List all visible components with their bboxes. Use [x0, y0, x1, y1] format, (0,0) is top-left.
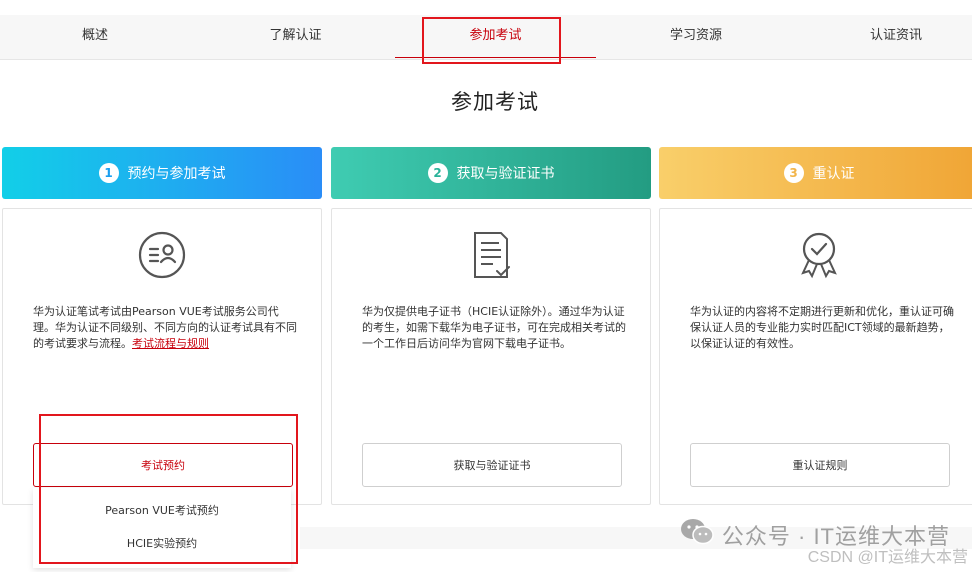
tab-overview[interactable]: 概述: [0, 15, 190, 59]
tab-learn-certification[interactable]: 了解认证: [198, 15, 393, 59]
get-certificate-button[interactable]: 获取与验证证书: [362, 443, 622, 487]
document-check-icon: [465, 229, 517, 285]
tab-certification-news[interactable]: 认证资讯: [796, 15, 972, 59]
card-description-3: 华为认证的内容将不定期进行更新和优化，重认证可确保认证人员的专业能力实时匹配IC…: [690, 305, 954, 350]
card-recertification: 华为认证的内容将不定期进行更新和优化，重认证可确保认证人员的专业能力实时匹配IC…: [659, 208, 972, 505]
step-title-2: 获取与验证证书: [456, 166, 555, 182]
page-title: 参加考试: [451, 90, 539, 114]
step-number-2: 2: [427, 163, 448, 183]
card-get-certificate: 华为仅提供电子证书（HCIE认证除外）。通过华为认证的考生，如需下载华为电子证书…: [331, 208, 651, 505]
highlight-box-dropdown: [39, 414, 298, 564]
certificate-person-icon: [136, 229, 188, 285]
step-header-1: 1 预约与参加考试: [2, 147, 322, 199]
step-title-3: 重认证: [812, 166, 855, 182]
csdn-watermark: CSDN @IT运维大本营: [807, 549, 968, 566]
exam-rules-link[interactable]: 考试流程与规则: [132, 337, 209, 350]
step-number-3: 3: [783, 163, 804, 183]
tab-learning-resources[interactable]: 学习资源: [598, 15, 794, 59]
step-header-2: 2 获取与验证证书: [331, 147, 651, 199]
step-number-1: 1: [98, 163, 119, 183]
award-badge-icon: [793, 229, 845, 285]
card-description-2: 华为仅提供电子证书（HCIE认证除外）。通过华为认证的考生，如需下载华为电子证书…: [362, 305, 626, 350]
highlight-box-tab: [422, 17, 561, 64]
wechat-icon: [680, 518, 714, 552]
step-header-3: 3 重认证: [659, 147, 972, 199]
step-title-1: 预约与参加考试: [127, 166, 226, 182]
recertification-rules-button[interactable]: 重认证规则: [690, 443, 950, 487]
card-description-1: 华为认证笔试考试由Pearson VUE考试服务公司代理。华为认证不同级别、不同…: [33, 304, 299, 352]
